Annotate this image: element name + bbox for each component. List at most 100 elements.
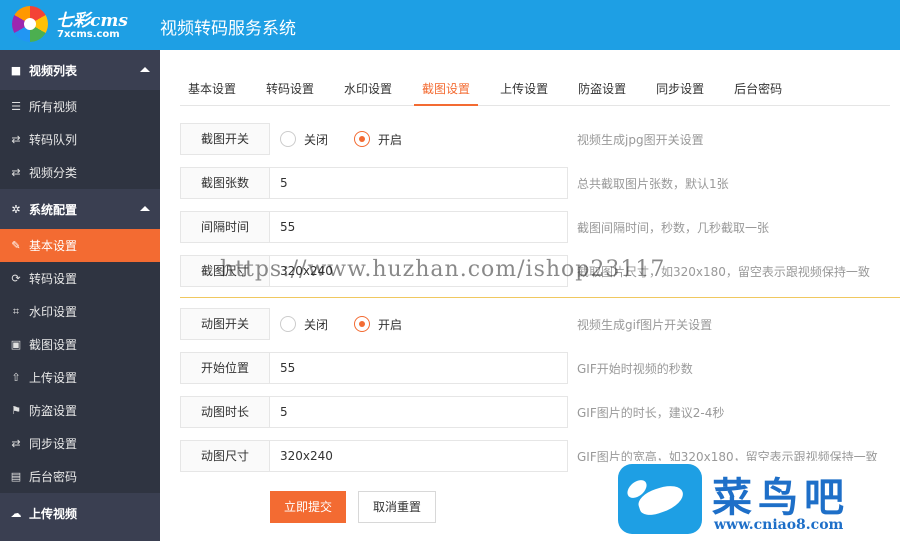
- sidebar-item-basic-settings[interactable]: ✎ 基本设置: [0, 229, 160, 262]
- sidebar-item-transcode-settings[interactable]: ⟳ 转码设置: [0, 262, 160, 295]
- sidebar-item-screenshot-settings[interactable]: ▣ 截图设置: [0, 328, 160, 361]
- app-title: 视频转码服务系统: [160, 19, 296, 39]
- sidebar-item-video-category[interactable]: ⇄ 视频分类: [0, 156, 160, 189]
- field-hint: 截图间隔时间，秒数，几秒截取一张: [577, 221, 770, 235]
- logo-url: 7xcms.com: [57, 29, 120, 40]
- field-label: 间隔时间: [180, 211, 270, 243]
- field-label: 开始位置: [180, 352, 270, 384]
- field-hint: GIF图片的时长，建议2-4秒: [577, 406, 725, 420]
- tab-basic-settings[interactable]: 基本设置: [180, 72, 244, 106]
- form-row-gif-switch: 动图开关 关闭 开启: [180, 308, 568, 340]
- sidebar-item-label: 上传设置: [29, 371, 78, 385]
- field-hint: 视频生成jpg图开关设置: [577, 133, 704, 147]
- tab-screenshot-settings[interactable]: 截图设置: [414, 72, 479, 106]
- cloud-upload-icon: ☁: [10, 506, 22, 520]
- logo[interactable]: 七彩cms 7xcms.com: [0, 0, 160, 50]
- upload-icon: ⇧: [11, 371, 21, 384]
- chevron-up-icon: [140, 206, 150, 211]
- field-hint: GIF开始时视频的秒数: [577, 362, 693, 376]
- field-label: 截图尺寸: [180, 255, 270, 287]
- sidebar-item-anti-theft-settings[interactable]: ⚑ 防盗设置: [0, 394, 160, 427]
- gif-duration-input[interactable]: 5: [270, 396, 568, 428]
- top-header: 七彩cms 7xcms.com 视频转码服务系统: [0, 0, 900, 50]
- field-label: 动图时长: [180, 396, 270, 428]
- gear-icon: ✲: [11, 202, 21, 216]
- screenshot-count-input[interactable]: 5: [270, 167, 568, 199]
- sidebar-item-sync-settings[interactable]: ⇄ 同步设置: [0, 427, 160, 460]
- radio-label: 关闭: [304, 317, 329, 332]
- gif-size-input[interactable]: 320x240: [270, 440, 568, 472]
- sidebar-item-label: 同步设置: [29, 437, 78, 451]
- sidebar-item-label: 后台密码: [29, 470, 78, 484]
- flag-icon: ⚑: [11, 404, 21, 417]
- sidebar-group-video-list[interactable]: ■ 视频列表: [0, 50, 160, 90]
- sidebar-item-label: 上传视频: [29, 506, 78, 521]
- tab-sync-settings[interactable]: 同步设置: [648, 72, 712, 106]
- field-label: 截图开关: [180, 123, 270, 155]
- site-badge: 菜鸟吧 www.cniao8.com: [608, 461, 900, 541]
- radio-label: 关闭: [304, 132, 329, 147]
- radio-button-checked[interactable]: [354, 131, 371, 147]
- start-position-input[interactable]: 55: [270, 352, 568, 384]
- sidebar-item-label: 视频分类: [29, 166, 78, 180]
- screenshot-switch-radios: 关闭 开启: [270, 123, 568, 155]
- exchange-icon: ⇄: [11, 437, 21, 450]
- radio-label: 开启: [378, 132, 403, 147]
- exchange-icon: ⇄: [11, 133, 21, 146]
- sidebar-group-label: 视频列表: [29, 63, 78, 78]
- form-row-gif-size: 动图尺寸 320x240: [180, 440, 568, 472]
- tab-upload-settings[interactable]: 上传设置: [492, 72, 556, 106]
- crop-icon: ⌗: [12, 304, 20, 318]
- sidebar-item-admin-password[interactable]: ▤ 后台密码: [0, 460, 160, 493]
- tab-anti-theft-settings[interactable]: 防盗设置: [570, 72, 634, 106]
- logo-mark-icon: [12, 6, 48, 42]
- tab-admin-password[interactable]: 后台密码: [726, 72, 790, 106]
- radio-screenshot-off[interactable]: 关闭: [280, 131, 328, 148]
- sidebar-item-label: 所有视频: [29, 100, 78, 114]
- radio-button-checked[interactable]: [354, 316, 371, 332]
- image-icon: ▣: [10, 338, 22, 351]
- tab-transcode-settings[interactable]: 转码设置: [258, 72, 322, 106]
- sidebar-item-label: 截图设置: [29, 338, 78, 352]
- radio-screenshot-on[interactable]: 开启: [354, 131, 402, 148]
- gif-switch-radios: 关闭 开启: [270, 308, 568, 340]
- sidebar-item-label: 转码设置: [29, 272, 78, 286]
- edit-icon: ✎: [11, 239, 21, 252]
- radio-gif-on[interactable]: 开启: [354, 316, 402, 333]
- form-row-screenshot-size: 截图尺寸 320x240: [180, 255, 568, 287]
- section-divider: [180, 297, 900, 298]
- list-icon: ☰: [11, 100, 21, 113]
- sidebar-item-label: 基本设置: [29, 239, 78, 253]
- badge-url: www.cniao8.com: [714, 517, 844, 533]
- submit-button[interactable]: 立即提交: [270, 491, 346, 523]
- video-camera-icon: ■: [10, 63, 22, 77]
- form-row-interval: 间隔时间 55: [180, 211, 568, 243]
- sidebar-item-upload-video[interactable]: ☁ 上传视频: [0, 493, 160, 533]
- sidebar-item-transcode-queue[interactable]: ⇄ 转码队列: [0, 123, 160, 156]
- sidebar-item-upload-settings[interactable]: ⇧ 上传设置: [0, 361, 160, 394]
- refresh-icon: ⟳: [11, 272, 21, 285]
- sidebar: ■ 视频列表 ☰ 所有视频 ⇄ 转码队列 ⇄ 视频分类 ✲ 系统配置 ✎ 基本设…: [0, 50, 160, 541]
- sidebar-item-label: 转码队列: [29, 133, 78, 147]
- logo-name: 七彩cms: [56, 11, 128, 31]
- radio-gif-off[interactable]: 关闭: [280, 316, 328, 333]
- form-row-screenshot-switch: 截图开关 关闭 开启: [180, 123, 568, 155]
- form-row-start-position: 开始位置 55: [180, 352, 568, 384]
- field-label: 截图张数: [180, 167, 270, 199]
- sidebar-group-system-config[interactable]: ✲ 系统配置: [0, 189, 160, 229]
- chevron-up-icon: [140, 67, 150, 72]
- sidebar-item-label: 防盗设置: [29, 404, 78, 418]
- screenshot-size-input[interactable]: 320x240: [270, 255, 568, 287]
- form-row-gif-duration: 动图时长 5: [180, 396, 568, 428]
- tab-watermark-settings[interactable]: 水印设置: [336, 72, 400, 106]
- radio-button[interactable]: [280, 131, 296, 147]
- sidebar-group-label: 系统配置: [29, 202, 78, 217]
- radio-button[interactable]: [280, 316, 296, 332]
- sidebar-item-watermark-settings[interactable]: ⌗ 水印设置: [0, 295, 160, 328]
- settings-tabs: 基本设置 转码设置 水印设置 截图设置 上传设置 防盗设置 同步设置 后台密码: [180, 72, 890, 106]
- exchange-icon: ⇄: [11, 166, 21, 179]
- reset-button[interactable]: 取消重置: [358, 491, 436, 523]
- field-hint: 总共截取图片张数，默认1张: [577, 177, 729, 191]
- interval-input[interactable]: 55: [270, 211, 568, 243]
- sidebar-item-all-videos[interactable]: ☰ 所有视频: [0, 90, 160, 123]
